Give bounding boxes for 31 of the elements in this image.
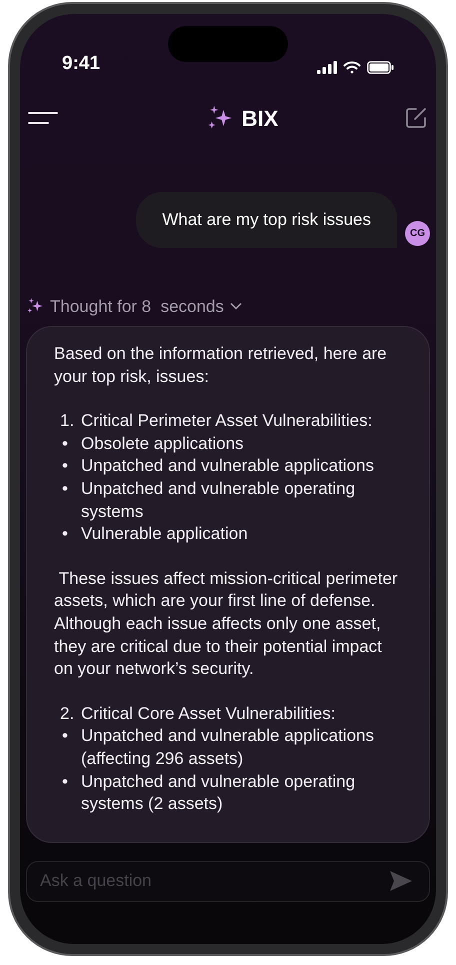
- list-number: 2.: [60, 702, 76, 725]
- bullet-marker: •: [62, 523, 69, 546]
- thought-toggle[interactable]: Thought for 8 seconds: [50, 294, 242, 319]
- bullet-marker: •: [62, 770, 69, 792]
- list-heading: Critical Core Asset Vulnerabilities:: [81, 702, 336, 725]
- menu-icon[interactable]: [28, 111, 58, 125]
- bullet-text: Vulnerable application: [81, 523, 248, 546]
- bullet-text: Unpatched and vulnerable applications (affecting 296 assets): [81, 725, 375, 770]
- battery-icon: [367, 61, 394, 74]
- bullet-text: Unpatched and vulnerable operating systems (2 assets): [81, 770, 356, 816]
- user-avatar: CG: [405, 220, 430, 246]
- chevron-icon: [230, 302, 242, 310]
- bullet-marker: •: [62, 478, 69, 500]
- bullet-text: Unpatched and vulnerable applications: [81, 455, 374, 478]
- user-message: What are my top risk issues: [136, 192, 397, 248]
- bullet-marker: •: [62, 725, 69, 748]
- bullet-text: Unpatched and vulnerable operating systems: [81, 478, 356, 523]
- list-heading: Critical Perimeter Asset Vulnerabilities:: [81, 410, 372, 432]
- bullet-text: Obsolete applications: [81, 432, 244, 455]
- wifi-icon: [343, 61, 361, 74]
- sparkles-icon: [26, 297, 44, 316]
- response-paragraph: These issues affect mission-critical perimeter assets, which are your first line of defense. Although each issue affects only one asset, they are critical due to their potential impact on your network’s security.: [54, 568, 399, 680]
- response-paragraph: Based on the information retrieved, here are your top risk, issues:: [54, 343, 388, 388]
- app-title: BIX: [242, 104, 278, 132]
- question-field[interactable]: Ask a question: [26, 860, 430, 902]
- status-time: 9:41: [62, 52, 100, 76]
- signal-icon: [317, 61, 337, 74]
- bullet-marker: •: [62, 455, 69, 478]
- bullet-marker: •: [62, 432, 69, 455]
- list-number: 1.: [60, 410, 76, 432]
- new-chat-icon[interactable]: [404, 106, 428, 130]
